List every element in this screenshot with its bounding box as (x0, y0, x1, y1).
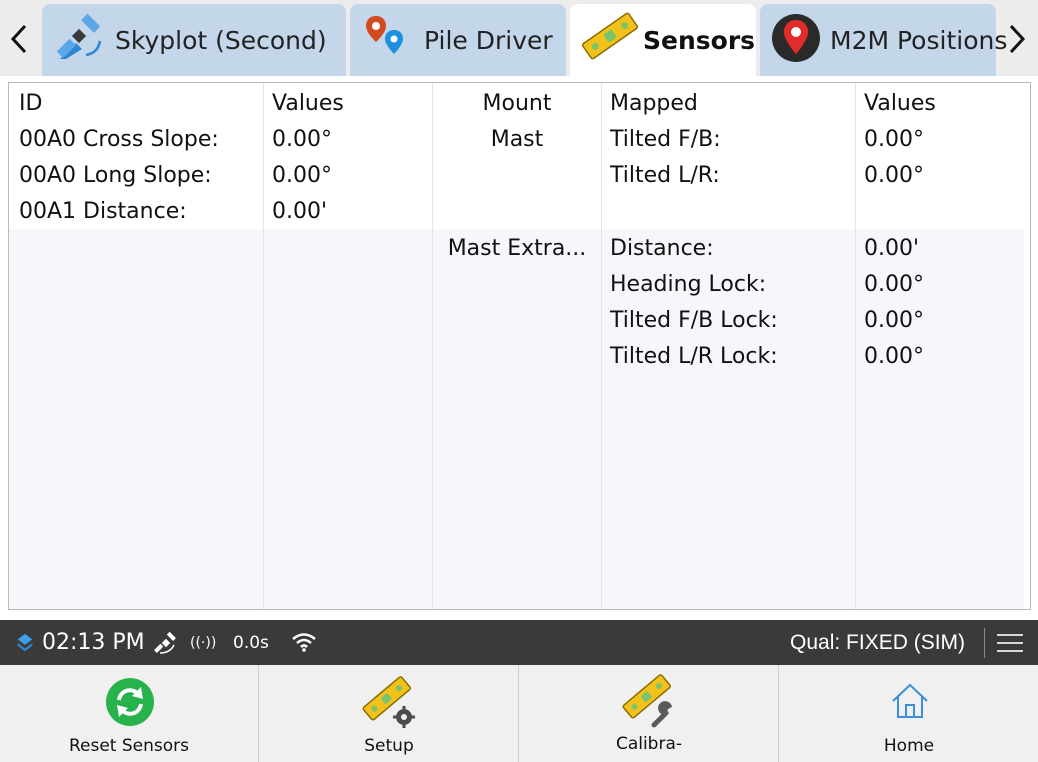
sensor-table[interactable]: ID Values Mount Mapped Values 00A0 Cross… (8, 82, 1031, 610)
table-row-id[interactable]: 00A0 Cross Slope: (19, 122, 219, 158)
tab-label: M2M Positions (830, 25, 1008, 55)
table-row-mapped-value: 0.00° (864, 272, 924, 297)
column-header-values: Values (272, 91, 344, 116)
wifi-icon (292, 633, 316, 652)
home-button[interactable]: Home (780, 665, 1038, 762)
latency-text: 0.0s (233, 632, 269, 653)
column-divider (601, 83, 602, 609)
table-row-mapped: Tilted F/B Lock: (610, 308, 778, 333)
level-settings-icon (362, 676, 415, 728)
table-row-id[interactable]: 00A1 Distance: (19, 194, 187, 230)
tab-label: Pile Driver (424, 25, 553, 55)
column-divider (855, 83, 856, 609)
satellite-icon (56, 13, 102, 59)
refresh-icon (106, 678, 154, 726)
radio-status: ((·)) (190, 634, 217, 651)
tab-bar: Skyplot (Second) Pile Driver Sensors M2M… (0, 0, 1038, 76)
level-wrench-icon (622, 674, 672, 728)
table-row-mapped: Distance: (610, 236, 714, 261)
table-row-mapped: Tilted L/R: (610, 163, 720, 188)
chevron-right-icon (1009, 24, 1026, 54)
menu-icon[interactable] (997, 633, 1023, 653)
setup-button[interactable]: Setup (260, 665, 519, 762)
map-pins-icon (366, 16, 403, 54)
chevron-left-icon (10, 24, 27, 54)
tab-scroll-left-button[interactable] (4, 14, 34, 64)
table-row-mapped-value: 0.00° (864, 163, 924, 188)
table-row-value: 0.00° (272, 127, 332, 152)
setup-label: Setup (364, 736, 414, 756)
home-label: Home (883, 736, 935, 756)
table-row-id[interactable]: 00A0 Long Slope: (19, 158, 212, 194)
satellite-status-icon (154, 631, 176, 654)
column-header-id: ID (19, 91, 43, 116)
tab-scroll-right-button[interactable] (1002, 14, 1032, 64)
location-pin-icon (772, 14, 820, 62)
bottom-toolbar: Reset Sensors Setup Calibra- Home (0, 665, 1038, 762)
table-row-mapped: Heading Lock: (610, 272, 767, 297)
status-time: 02:13 PM (42, 630, 145, 655)
table-row-mount[interactable]: Mast (433, 122, 601, 158)
column-header-mount: Mount (482, 91, 552, 116)
column-header-mapped-values: Values (864, 91, 936, 116)
tab-label: Sensors (643, 25, 756, 55)
tab-pile-driver[interactable]: Pile Driver (350, 4, 566, 76)
column-divider (263, 83, 264, 609)
status-divider (984, 628, 985, 658)
table-row-mapped-value: 0.00° (864, 344, 924, 369)
layers-icon (17, 633, 33, 652)
level-icon (581, 12, 639, 60)
quality-status: Qual: FIXED (SIM) (790, 630, 966, 654)
table-row-mapped: Tilted L/R Lock: (610, 344, 778, 369)
status-bar[interactable]: 02:13 PM ((·)) 0.0s Qual: FIXED (SIM) (0, 620, 1038, 665)
table-row-mapped-value: 0.00° (864, 127, 924, 152)
calibrate-label: Calibra- (615, 734, 683, 754)
tab-label: Skyplot (Second) (115, 25, 327, 55)
calibrate-button[interactable]: Calibra- (520, 665, 779, 762)
column-divider (432, 83, 433, 609)
table-row-mapped-value: 0.00' (864, 236, 920, 261)
home-icon (892, 683, 928, 718)
tab-sensors[interactable]: Sensors (570, 4, 756, 76)
table-row-value: 0.00° (272, 163, 332, 188)
table-row-mapped: Tilted F/B: (610, 127, 721, 152)
table-row-mapped-value: 0.00° (864, 308, 924, 333)
table-row-value: 0.00' (272, 199, 328, 224)
reset-sensors-label: Reset Sensors (68, 736, 190, 756)
reset-sensors-button[interactable]: Reset Sensors (0, 665, 259, 762)
tab-skyplot-second[interactable]: Skyplot (Second) (42, 4, 346, 76)
tab-m2m-positions[interactable]: M2M Positions (760, 4, 1007, 76)
column-header-mapped: Mapped (610, 91, 698, 116)
table-row-mount[interactable]: Mast Extra... (433, 231, 601, 267)
